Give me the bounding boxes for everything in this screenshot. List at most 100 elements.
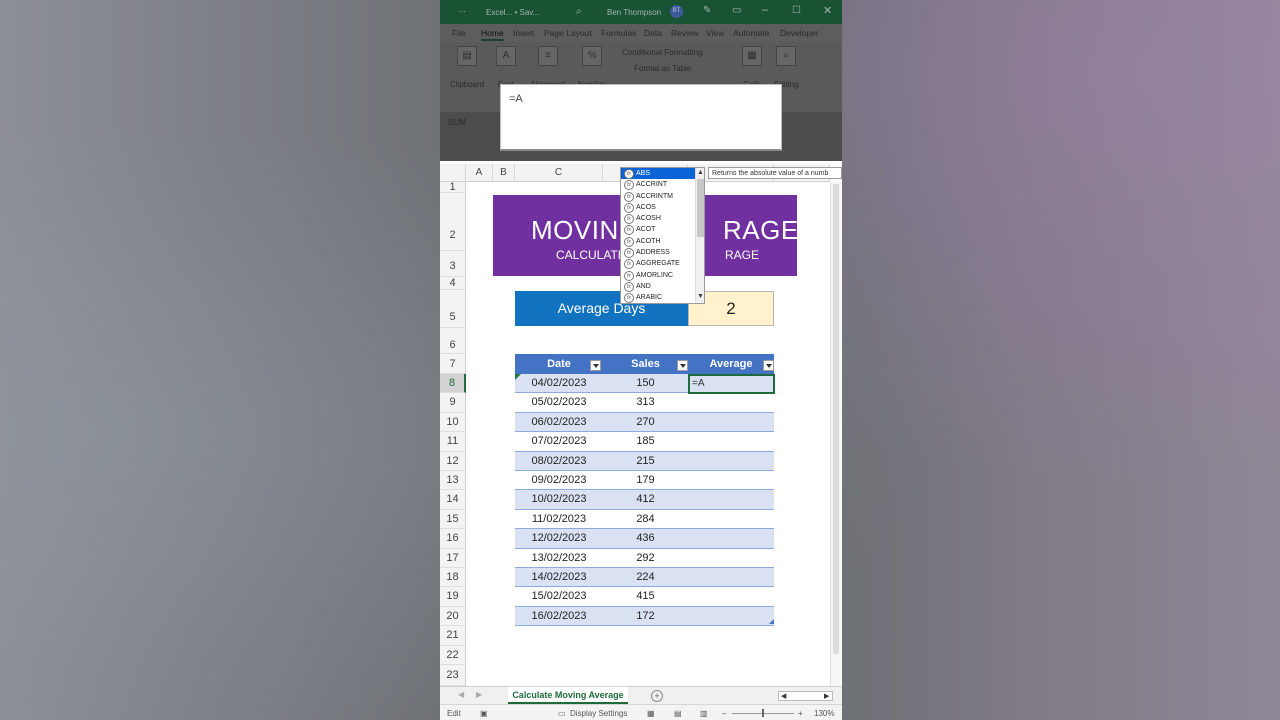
filter-average-dropdown[interactable] [763, 360, 774, 371]
tab-page-layout[interactable]: Page Layout [544, 28, 592, 38]
scroll-left-icon[interactable]: ◀ [781, 692, 786, 700]
next-sheet-icon[interactable]: ▶ [476, 690, 482, 699]
sales-cell[interactable]: 185 [603, 435, 688, 447]
zoom-in-icon[interactable]: + [798, 709, 803, 718]
header-average[interactable]: Average [688, 358, 774, 370]
row-header-19[interactable]: 19 [440, 587, 466, 607]
column-header-a[interactable]: A [466, 164, 493, 182]
row-header-6[interactable]: 6 [440, 328, 466, 354]
page-break-view-icon[interactable]: ▥ [700, 709, 708, 718]
sales-cell[interactable]: 284 [603, 513, 688, 525]
row-header-16[interactable]: 16 [440, 529, 466, 549]
row-header-18[interactable]: 18 [440, 568, 466, 588]
row-header-9[interactable]: 9 [440, 393, 466, 413]
sales-cell[interactable]: 215 [603, 455, 688, 467]
row-header-22[interactable]: 22 [440, 645, 466, 665]
header-sales[interactable]: Sales [603, 358, 688, 370]
date-cell[interactable]: 12/02/2023 [515, 532, 603, 544]
sheet-tab-calculate-moving-average[interactable]: Calculate Moving Average [508, 687, 628, 704]
table-row[interactable]: 14/02/2023 224 [515, 567, 774, 588]
row-header-14[interactable]: 14 [440, 490, 466, 510]
sales-cell[interactable]: 172 [603, 610, 688, 622]
row-header-5[interactable]: 5 [440, 290, 466, 328]
number-group[interactable]: % Number [578, 46, 606, 89]
autocomplete-item-and[interactable]: fx AND [621, 281, 704, 292]
row-header-11[interactable]: 11 [440, 432, 466, 452]
row-header-8[interactable]: 8 [440, 374, 466, 394]
autocomplete-item-aggregate[interactable]: fx AGGREGATE [621, 258, 704, 270]
table-row[interactable]: 06/02/2023 270 [515, 412, 774, 433]
zoom-out-icon[interactable]: – [722, 709, 726, 718]
add-sheet-icon[interactable]: + [651, 690, 663, 702]
sales-cell[interactable]: 436 [603, 532, 688, 544]
table-row[interactable]: 16/02/2023 172 [515, 606, 774, 627]
date-cell[interactable]: 11/02/2023 [515, 513, 603, 525]
scroll-right-icon[interactable]: ▶ [824, 692, 829, 700]
filter-sales-dropdown[interactable] [677, 360, 688, 371]
zoom-slider-knob[interactable] [762, 709, 764, 717]
table-row[interactable]: 12/02/2023 436 [515, 529, 774, 549]
filter-date-dropdown[interactable] [590, 360, 601, 371]
row-header-10[interactable]: 10 [440, 412, 466, 433]
pen-icon[interactable]: ✎ [703, 5, 711, 16]
date-cell[interactable]: 09/02/2023 [515, 474, 603, 486]
autocomplete-item-amorlinc[interactable]: fx AMORLINC [621, 270, 704, 281]
scroll-up-icon[interactable]: ▲ [697, 169, 704, 176]
autocomplete-scrollbar[interactable]: ▲ ▼ [695, 168, 704, 303]
editing-group[interactable]: ⌕ Editing [774, 46, 798, 89]
display-settings-button[interactable]: Display Settings [570, 709, 627, 718]
table-row[interactable]: 08/02/2023 215 [515, 451, 774, 471]
date-cell[interactable]: 07/02/2023 [515, 435, 603, 447]
date-cell[interactable]: 04/02/2023 [515, 377, 603, 389]
row-header-7[interactable]: 7 [440, 354, 466, 374]
table-row[interactable]: 11/02/2023 284 [515, 509, 774, 530]
row-header-3[interactable]: 3 [440, 251, 466, 277]
table-row[interactable]: 13/02/2023 292 [515, 548, 774, 568]
sales-cell[interactable]: 292 [603, 552, 688, 564]
sales-cell[interactable]: 270 [603, 416, 688, 428]
minimize-icon[interactable]: – [762, 4, 768, 16]
sales-cell[interactable]: 150 [603, 377, 688, 389]
row-header-17[interactable]: 17 [440, 548, 466, 568]
tab-developer[interactable]: Developer [780, 28, 819, 38]
font-group[interactable]: A Font [496, 46, 516, 89]
sales-cell[interactable]: 224 [603, 571, 688, 583]
row-header-15[interactable]: 15 [440, 509, 466, 530]
clipboard-group[interactable]: ▤ Clipboard [450, 46, 484, 89]
row-header-2[interactable]: 2 [440, 193, 466, 251]
date-cell[interactable]: 14/02/2023 [515, 571, 603, 583]
conditional-formatting-button[interactable]: Conditional Formatting [622, 48, 702, 57]
tab-view[interactable]: View [706, 28, 724, 38]
autocomplete-item-abs[interactable]: fx ABS [621, 168, 704, 180]
tab-file[interactable]: File [452, 28, 466, 38]
cells-group[interactable]: ▦ Cells [742, 46, 762, 89]
search-icon[interactable]: ⌕ [576, 6, 582, 17]
autocomplete-item-address[interactable]: fx ADDRESS [621, 247, 704, 259]
date-cell[interactable]: 13/02/2023 [515, 552, 603, 564]
date-cell[interactable]: 16/02/2023 [515, 610, 603, 622]
display-settings-icon[interactable]: ▭ [558, 709, 566, 718]
autocomplete-scroll-thumb[interactable] [697, 179, 704, 237]
tab-data[interactable]: Data [644, 28, 662, 38]
name-box[interactable]: SUM [448, 118, 466, 127]
horizontal-scrollbar[interactable]: ◀ ▶ [778, 691, 833, 701]
sales-cell[interactable]: 412 [603, 493, 688, 505]
format-as-table-button[interactable]: Format as Table [634, 64, 691, 73]
tab-insert[interactable]: Insert [513, 28, 534, 38]
date-cell[interactable]: 05/02/2023 [515, 396, 603, 408]
table-row[interactable]: 05/02/2023 313 [515, 393, 774, 413]
column-header-c[interactable]: C [515, 164, 603, 182]
table-row[interactable]: 10/02/2023 412 [515, 490, 774, 510]
table-row[interactable]: 15/02/2023 415 [515, 587, 774, 607]
autocomplete-item-acot[interactable]: fx ACOT [621, 224, 704, 236]
table-resize-handle[interactable] [769, 619, 774, 624]
date-cell[interactable]: 10/02/2023 [515, 493, 603, 505]
row-header-23[interactable]: 23 [440, 665, 466, 686]
zoom-level[interactable]: 130% [814, 709, 834, 718]
avatar[interactable]: BT [670, 5, 683, 18]
date-cell[interactable]: 15/02/2023 [515, 590, 603, 602]
close-icon[interactable]: ✕ [823, 4, 832, 17]
prev-sheet-icon[interactable]: ◀ [458, 690, 464, 699]
autocomplete-item-arabic[interactable]: fx ARABIC [621, 292, 704, 303]
tab-formulas[interactable]: Formulas [601, 28, 636, 38]
